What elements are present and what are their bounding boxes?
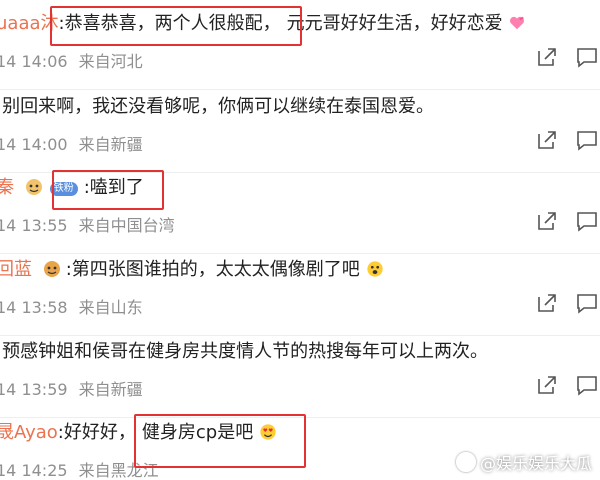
divider xyxy=(0,253,600,254)
comment-item: :别回来啊，我还没看够呢，你俩可以继续在泰国恩爱。 14 14:00 来自新疆 xyxy=(0,93,600,173)
heart-eyes-emoji-icon xyxy=(260,424,276,440)
comment-time: 14 13:59 xyxy=(0,380,68,399)
reply-icon[interactable] xyxy=(576,210,598,232)
scared-emoji-icon xyxy=(366,261,383,277)
comment-username[interactable]: uaaa沐 xyxy=(0,13,59,34)
comment-location: 来自山东 xyxy=(78,298,143,317)
comment-username[interactable]: 晟Ayao xyxy=(0,422,58,443)
comment-meta: 14 13:55 来自中国台湾 xyxy=(0,212,181,236)
comment-meta: 14 14:00 来自新疆 xyxy=(0,131,149,155)
share-icon[interactable] xyxy=(536,210,558,232)
comment-location: 来自新疆 xyxy=(78,380,143,399)
comment-item: 秦 铁粉 :嗑到了 14 13:55 来自中国台湾 xyxy=(0,174,600,254)
comment-item: uaaa沐:恭喜恭喜，两个人很般配， 元元哥好好生活，好好恋爱 14 14:06 … xyxy=(0,10,600,90)
fan-avatar-icon xyxy=(43,261,60,277)
comment-text: :别回来啊，我还没看够呢，你俩可以继续在泰国恩爱。 xyxy=(0,96,435,117)
comment-line: :预感钟姐和侯哥在健身房共度情人节的热搜每年可以上两次。 xyxy=(0,338,488,366)
watermark: @娱乐娱乐大瓜 xyxy=(455,450,592,474)
comment-time: 14 13:55 xyxy=(0,216,68,235)
comment-meta: 14 14:06 来自河北 xyxy=(0,48,149,72)
comment-username[interactable]: 回蓝 xyxy=(0,259,32,280)
comment-location: 来自河北 xyxy=(78,52,143,71)
comment-location: 来自新疆 xyxy=(78,135,143,154)
comment-actions xyxy=(536,129,598,151)
comment-username[interactable]: 秦 xyxy=(0,177,14,198)
fan-avatar-icon xyxy=(25,179,42,195)
comment-actions xyxy=(536,46,598,68)
comment-location: 来自黑龙江 xyxy=(78,461,159,480)
comment-location: 来自中国台湾 xyxy=(78,216,175,235)
watermark-text: @娱乐娱乐大瓜 xyxy=(479,454,592,473)
comment-text-continued: 元元哥好好生活，好好恋爱 xyxy=(286,13,503,34)
comment-line: 回蓝 :第四张图谁拍的，太太太偶像剧了吧 xyxy=(0,256,384,284)
fan-badge: 铁粉 xyxy=(49,182,78,196)
comment-item: :预感钟姐和侯哥在健身房共度情人节的热搜每年可以上两次。 14 13:59 来自… xyxy=(0,338,600,418)
reply-icon[interactable] xyxy=(576,374,598,396)
divider xyxy=(0,417,600,418)
divider xyxy=(0,335,600,336)
comment-time: 14 14:06 xyxy=(0,52,68,71)
comment-time: 14 14:25 xyxy=(0,461,68,480)
share-icon[interactable] xyxy=(536,46,558,68)
reply-icon[interactable] xyxy=(576,129,598,151)
comment-actions xyxy=(536,292,598,314)
heart-emoji-icon xyxy=(510,16,525,30)
reply-icon[interactable] xyxy=(576,46,598,68)
comment-actions xyxy=(536,210,598,232)
comment-line: 晟Ayao:好好好， 健身房cp是吧 xyxy=(0,419,277,447)
comment-text-continued: 健身房cp是吧 xyxy=(141,422,254,443)
divider xyxy=(0,89,600,90)
share-icon[interactable] xyxy=(536,129,558,151)
comment-meta: 14 13:58 来自山东 xyxy=(0,294,149,318)
comment-line: 秦 铁粉 :嗑到了 xyxy=(0,174,144,202)
comment-meta: 14 13:59 来自新疆 xyxy=(0,376,149,400)
comment-text: :预感钟姐和侯哥在健身房共度情人节的热搜每年可以上两次。 xyxy=(0,341,489,362)
comment-line: uaaa沐:恭喜恭喜，两个人很般配， 元元哥好好生活，好好恋爱 xyxy=(0,10,526,38)
comment-actions xyxy=(536,374,598,396)
divider xyxy=(0,172,600,173)
reply-icon[interactable] xyxy=(576,292,598,314)
comment-text: :嗑到了 xyxy=(83,177,144,198)
comment-meta: 14 14:25 来自黑龙江 xyxy=(0,457,165,480)
comment-text: :好好好， xyxy=(57,422,136,443)
comment-time: 14 14:00 xyxy=(0,135,68,154)
comment-text: :第四张图谁拍的，太太太偶像剧了吧 xyxy=(65,259,360,280)
comment-item: 回蓝 :第四张图谁拍的，太太太偶像剧了吧 14 13:58 来自山东 xyxy=(0,256,600,336)
watermark-logo-icon xyxy=(455,452,476,472)
comment-time: 14 13:58 xyxy=(0,298,68,317)
share-icon[interactable] xyxy=(536,374,558,396)
comment-text: :恭喜恭喜，两个人很般配， xyxy=(58,13,281,34)
comment-line: :别回来啊，我还没看够呢，你俩可以继续在泰国恩爱。 xyxy=(0,93,434,121)
share-icon[interactable] xyxy=(536,292,558,314)
